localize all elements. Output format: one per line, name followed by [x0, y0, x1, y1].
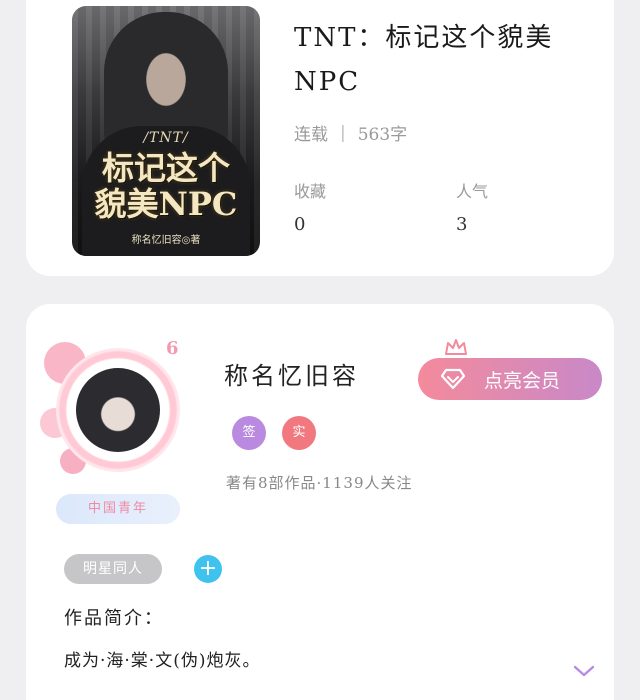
cover-title: 标记这个 貌美NPC	[80, 150, 252, 222]
intro-text: 成为·海·棠·文(伪)炮灰。	[64, 651, 261, 671]
verified-badge: 实	[282, 416, 316, 450]
book-status: 连载	[294, 125, 328, 145]
add-tag-button[interactable]: +	[194, 555, 222, 583]
cover-title-line1: 标记这个	[101, 149, 230, 187]
book-title: TNT：标记这个貌美NPC	[294, 23, 554, 97]
cover-author: 称名忆旧容◎著	[131, 235, 201, 246]
cover-title-line2: 貌美NPC	[94, 185, 238, 223]
book-word-count: 563字	[357, 125, 408, 145]
cover-series-tag: /TNT/	[143, 130, 189, 146]
meta-divider: |	[340, 122, 346, 143]
crown-icon	[445, 339, 467, 355]
tag-chip[interactable]: 明星同人	[64, 554, 162, 584]
vip-button-label: 点亮会员	[484, 369, 561, 392]
signed-badge: 签	[232, 416, 266, 450]
book-meta: 连载 | 563字	[294, 120, 408, 146]
author-name[interactable]: 称名忆旧容	[224, 356, 359, 391]
favorites-value: 0	[294, 214, 306, 235]
popularity-value: 3	[456, 214, 468, 235]
favorites-label: 收藏	[294, 182, 327, 201]
book-info-card: /TNT/ 标记这个 貌美NPC 称名忆旧容◎著 TNT：标记这个貌美NPC 连…	[26, 0, 614, 276]
book-cover[interactable]: /TNT/ 标记这个 貌美NPC 称名忆旧容◎著	[72, 6, 260, 256]
popularity-label: 人气	[456, 182, 489, 201]
author-stats: 著有8部作品·1139人关注	[226, 474, 413, 492]
youth-badge: 中国青年	[56, 494, 180, 524]
intro-label: 作品简介：	[64, 608, 164, 629]
author-level: 6	[166, 338, 179, 359]
author-info-card: 6 中国青年 称名忆旧容 点亮会员 签 实 著有8部作品·1139人关注 明星同…	[26, 304, 614, 700]
chevron-down-icon[interactable]	[572, 664, 596, 678]
diamond-icon	[440, 368, 466, 390]
avatar[interactable]	[74, 366, 162, 454]
vip-button[interactable]: 点亮会员	[418, 358, 602, 400]
